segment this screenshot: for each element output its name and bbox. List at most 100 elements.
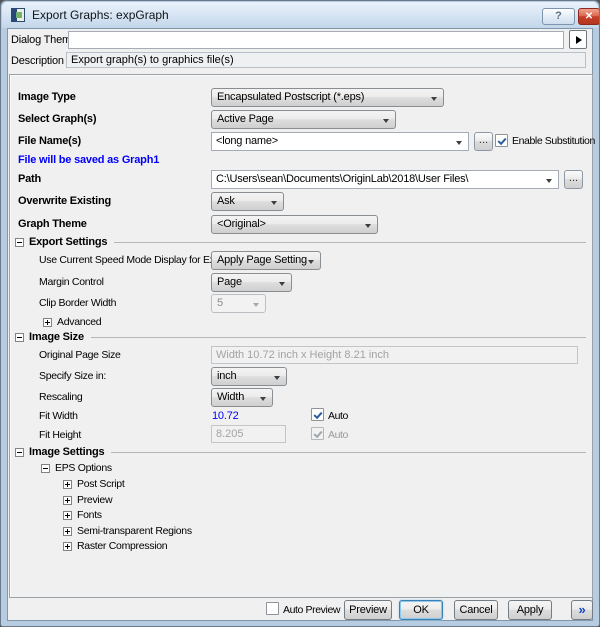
overwrite-existing-value: Ask (217, 195, 235, 207)
browse-ellipsis: ... (479, 134, 488, 146)
flyout-arrow-icon (576, 36, 582, 44)
specify-size-in-label: Specify Size in: (39, 370, 106, 383)
browse-ellipsis: ... (569, 172, 578, 184)
close-icon: ✕ (585, 11, 593, 22)
collapse-icon[interactable] (15, 448, 24, 457)
preview-button[interactable]: Preview (344, 600, 392, 620)
overwrite-existing-label: Overwrite Existing (18, 195, 111, 208)
expand-icon[interactable] (63, 480, 72, 489)
apply-button[interactable]: Apply (508, 600, 552, 620)
image-type-label: Image Type (18, 91, 76, 104)
ok-button[interactable]: OK (399, 600, 443, 620)
specify-size-in-value: inch (217, 370, 236, 382)
section-divider (91, 337, 586, 338)
file-name-value: <long name> (216, 135, 278, 147)
specify-size-in-dropdown[interactable]: inch (211, 367, 287, 386)
image-type-value: Encapsulated Postscript (*.eps) (217, 91, 364, 103)
rescaling-label: Rescaling (39, 391, 82, 404)
dropdown-arrow-icon (260, 397, 266, 401)
fit-height-value: 8.205 (211, 425, 286, 443)
dialog-theme-label: Dialog Theme (11, 34, 77, 47)
dropdown-arrow-icon (279, 282, 285, 286)
margin-control-value: Page (217, 276, 242, 288)
path-browse-button[interactable]: ... (564, 170, 583, 189)
tree-item-raster-compression: Raster Compression (77, 540, 167, 553)
overwrite-existing-dropdown[interactable]: Ask (211, 192, 284, 211)
tree-item-fonts: Fonts (77, 509, 102, 522)
tree-item-semi-transparent-regions: Semi-transparent Regions (77, 525, 192, 538)
dropdown-arrow-icon (271, 201, 277, 205)
expand-icon[interactable] (63, 527, 72, 536)
fit-width-auto-label: Auto (328, 410, 348, 423)
dropdown-arrow-icon (253, 303, 259, 307)
rescaling-value: Width (217, 391, 244, 403)
close-button[interactable]: ✕ (578, 8, 600, 25)
expand-icon[interactable] (63, 542, 72, 551)
file-names-label: File Name(s) (18, 135, 81, 148)
image-size-header: Image Size (15, 331, 586, 343)
path-label: Path (18, 173, 41, 186)
fit-width-auto-checkbox[interactable] (311, 408, 324, 421)
expand-icon[interactable] (63, 511, 72, 520)
theme-flyout-button[interactable] (569, 30, 587, 49)
speed-mode-value: Apply Page Setting (217, 254, 307, 266)
section-divider (114, 242, 586, 243)
collapse-icon[interactable] (15, 333, 24, 342)
fit-height-auto-label: Auto (328, 429, 348, 442)
auto-preview-checkbox[interactable] (266, 602, 279, 615)
select-graphs-dropdown[interactable]: Active Page (211, 110, 396, 129)
dropdown-arrow-icon (546, 179, 552, 183)
cancel-button[interactable]: Cancel (454, 600, 498, 620)
speed-mode-dropdown[interactable]: Apply Page Setting (211, 251, 321, 270)
graph-theme-dropdown[interactable]: <Original> (211, 215, 378, 234)
dropdown-arrow-icon (365, 224, 371, 228)
eps-options-label: EPS Options (55, 462, 112, 475)
dropdown-arrow-icon (431, 97, 437, 101)
image-size-title: Image Size (29, 331, 84, 343)
double-chevron-icon: » (578, 602, 585, 617)
margin-control-dropdown[interactable]: Page (211, 273, 292, 292)
file-save-note: File will be saved as Graph1 (18, 154, 159, 167)
enable-substitution-checkbox[interactable] (495, 134, 508, 147)
original-page-size-value: Width 10.72 inch x Height 8.21 inch (211, 346, 578, 364)
graph-theme-label: Graph Theme (18, 218, 87, 231)
rescaling-dropdown[interactable]: Width (211, 388, 273, 407)
tree-item-post-script: Post Script (77, 478, 124, 491)
margin-control-label: Margin Control (39, 276, 104, 289)
section-divider (111, 452, 586, 453)
auto-preview-label: Auto Preview (283, 604, 340, 617)
graph-theme-value: <Original> (217, 218, 266, 230)
path-value: C:\Users\sean\Documents\OriginLab\2018\U… (216, 173, 468, 185)
export-settings-header: Export Settings (15, 236, 586, 248)
fit-width-value[interactable]: 10.72 (212, 410, 239, 423)
expand-icon[interactable] (63, 496, 72, 505)
app-icon (11, 8, 25, 22)
path-combo[interactable]: C:\Users\sean\Documents\OriginLab\2018\U… (211, 170, 559, 189)
more-options-button[interactable]: » (571, 600, 593, 620)
title-bar[interactable]: Export Graphs: expGraph ? ✕ (2, 2, 598, 28)
select-graphs-value: Active Page (217, 113, 274, 125)
image-type-dropdown[interactable]: Encapsulated Postscript (*.eps) (211, 88, 444, 107)
dropdown-arrow-icon (383, 119, 389, 123)
file-name-browse-button[interactable]: ... (474, 132, 493, 151)
enable-substitution-label: Enable Substitution (512, 135, 595, 148)
description-label: Description (11, 55, 64, 68)
file-name-combo[interactable]: <long name> (211, 132, 469, 151)
dialog-theme-input[interactable] (68, 31, 564, 49)
advanced-label: Advanced (57, 316, 101, 329)
collapse-icon[interactable] (41, 464, 50, 473)
description-value: Export graph(s) to graphics file(s) (66, 52, 586, 68)
fit-height-auto-checkbox (311, 427, 324, 440)
collapse-icon[interactable] (15, 238, 24, 247)
window-title: Export Graphs: expGraph (32, 8, 169, 22)
clip-border-width-dropdown: 5 (211, 294, 266, 313)
help-icon: ? (555, 10, 562, 22)
help-button[interactable]: ? (542, 8, 575, 25)
clip-border-width-value: 5 (217, 297, 223, 309)
clip-border-width-label: Clip Border Width (39, 297, 116, 310)
dropdown-arrow-icon (308, 260, 314, 264)
speed-mode-label: Use Current Speed Mode Display for Expor… (39, 254, 232, 267)
expand-icon[interactable] (43, 318, 52, 327)
export-graphs-dialog: Export Graphs: expGraph ? ✕ Dialog Theme… (0, 0, 600, 627)
image-settings-title: Image Settings (29, 446, 104, 458)
